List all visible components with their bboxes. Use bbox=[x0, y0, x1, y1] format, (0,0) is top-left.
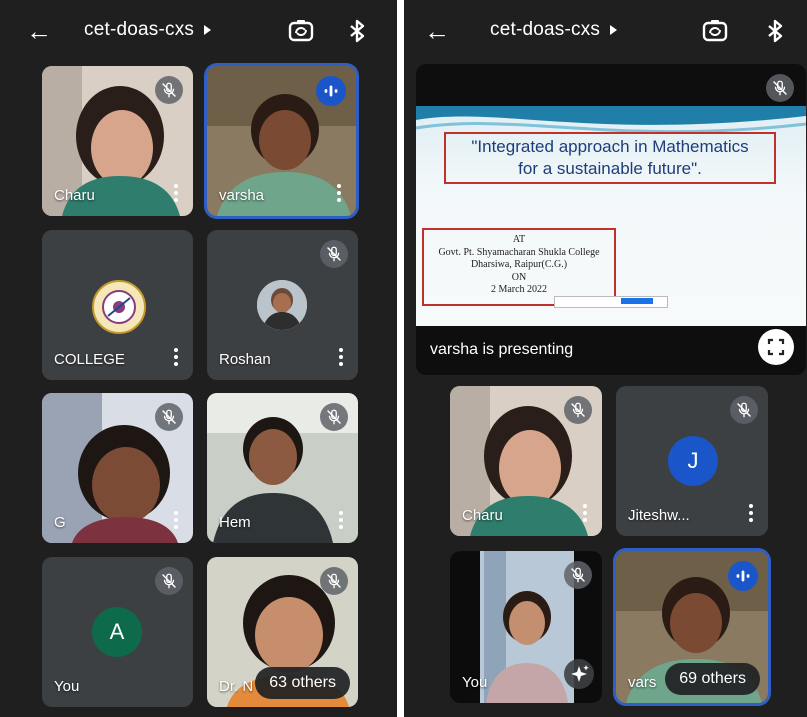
bluetooth-icon[interactable] bbox=[760, 16, 790, 46]
participant-name: Charu bbox=[54, 187, 95, 204]
others-count-button[interactable]: 69 others bbox=[665, 663, 760, 695]
slide-title-line: "Integrated approach in Mathematics bbox=[471, 137, 749, 156]
audio-level-icon bbox=[728, 561, 758, 591]
more-vert-icon[interactable] bbox=[582, 504, 588, 524]
participant-tile[interactable]: COLLEGE bbox=[42, 230, 193, 380]
mic-off-icon bbox=[564, 561, 592, 589]
participant-name: Roshan bbox=[219, 351, 271, 368]
presentation-tile[interactable]: "Integrated approach in Mathematics for … bbox=[416, 64, 806, 375]
participant-name: vars bbox=[628, 674, 657, 691]
more-vert-icon[interactable] bbox=[173, 511, 179, 531]
more-vert-icon[interactable] bbox=[338, 511, 344, 531]
mic-off-icon bbox=[320, 403, 348, 431]
participant-tile[interactable]: G bbox=[42, 393, 193, 543]
participant-tile[interactable]: Roshan bbox=[207, 230, 358, 380]
fullscreen-icon[interactable] bbox=[758, 329, 794, 365]
participant-name: Dr. N bbox=[219, 678, 254, 695]
participant-tile[interactable]: Dr. N 63 others bbox=[207, 557, 358, 707]
avatar: A bbox=[92, 607, 142, 657]
mic-off-icon bbox=[155, 403, 183, 431]
switch-camera-icon[interactable] bbox=[700, 16, 730, 46]
switch-camera-icon[interactable] bbox=[286, 16, 316, 46]
slide-info-line: Govt. Pt. Shyamacharan Shukla College bbox=[438, 246, 600, 258]
college-logo bbox=[92, 280, 146, 334]
participant-name: varsha bbox=[219, 187, 265, 204]
caret-right-icon bbox=[204, 24, 212, 35]
audio-level-icon bbox=[316, 76, 346, 106]
more-vert-icon[interactable] bbox=[748, 504, 754, 524]
mic-off-icon bbox=[766, 74, 794, 102]
participant-tile[interactable]: vars 69 others bbox=[616, 551, 768, 703]
more-vert-icon[interactable] bbox=[336, 184, 342, 204]
top-bar: ← cet-doas-cxs bbox=[0, 0, 397, 62]
mic-off-icon bbox=[155, 76, 183, 104]
participant-name: Hem bbox=[219, 514, 251, 531]
participant-tile[interactable]: J Jiteshw... bbox=[616, 386, 768, 536]
meet-screen-presentation: ← cet-doas-cxs "Integrated approach in M… bbox=[404, 0, 807, 717]
top-bar: ← cet-doas-cxs bbox=[404, 0, 807, 62]
sparkle-icon[interactable] bbox=[564, 659, 594, 689]
shared-slide: "Integrated approach in Mathematics for … bbox=[416, 106, 806, 326]
participant-name: G bbox=[54, 514, 66, 531]
participant-name: Charu bbox=[462, 507, 503, 524]
mic-off-icon bbox=[320, 567, 348, 595]
slide-info-line: AT bbox=[512, 234, 526, 245]
participant-tile[interactable]: varsha bbox=[207, 66, 356, 216]
slide-title-line: for a sustainable future". bbox=[518, 159, 702, 178]
slide-info-line: ON bbox=[511, 271, 527, 283]
meeting-title[interactable]: cet-doas-cxs bbox=[84, 19, 212, 41]
meeting-title[interactable]: cet-doas-cxs bbox=[490, 19, 618, 41]
mic-off-icon bbox=[320, 240, 348, 268]
more-vert-icon[interactable] bbox=[173, 348, 179, 368]
participant-name: You bbox=[54, 678, 80, 695]
avatar bbox=[257, 280, 307, 330]
bluetooth-icon[interactable] bbox=[342, 16, 372, 46]
more-vert-icon[interactable] bbox=[338, 348, 344, 368]
mic-off-icon bbox=[564, 396, 592, 424]
self-tile[interactable]: You bbox=[450, 551, 602, 703]
meet-screen-grid: ← cet-doas-cxs Charu varsha COLLEGE Rosh… bbox=[0, 0, 397, 717]
mic-off-icon bbox=[730, 396, 758, 424]
slide-share-bar bbox=[554, 296, 668, 308]
more-vert-icon[interactable] bbox=[173, 184, 179, 204]
slide-title: "Integrated approach in Mathematics for … bbox=[444, 132, 776, 184]
self-tile[interactable]: A You bbox=[42, 557, 193, 707]
participant-name: You bbox=[462, 674, 488, 691]
arrow-back-icon[interactable]: ← bbox=[24, 16, 54, 46]
caret-right-icon bbox=[610, 24, 618, 35]
slide-info-line: Dharsiwa, Raipur(C.G.) bbox=[470, 259, 568, 270]
participant-name: Jiteshw... bbox=[628, 507, 690, 524]
participant-tile[interactable]: Hem bbox=[207, 393, 358, 543]
participant-tile[interactable]: Charu bbox=[450, 386, 602, 536]
participant-tile[interactable]: Charu bbox=[42, 66, 193, 216]
presenting-label: varsha is presenting bbox=[430, 341, 574, 358]
avatar: J bbox=[668, 436, 718, 486]
slide-info-line: 2 March 2022 bbox=[490, 284, 548, 295]
mic-off-icon bbox=[155, 567, 183, 595]
slide-info: AT Govt. Pt. Shyamacharan Shukla College… bbox=[422, 228, 616, 306]
others-count-button[interactable]: 63 others bbox=[255, 667, 350, 699]
participant-name: COLLEGE bbox=[54, 351, 125, 368]
arrow-back-icon[interactable]: ← bbox=[422, 16, 452, 46]
